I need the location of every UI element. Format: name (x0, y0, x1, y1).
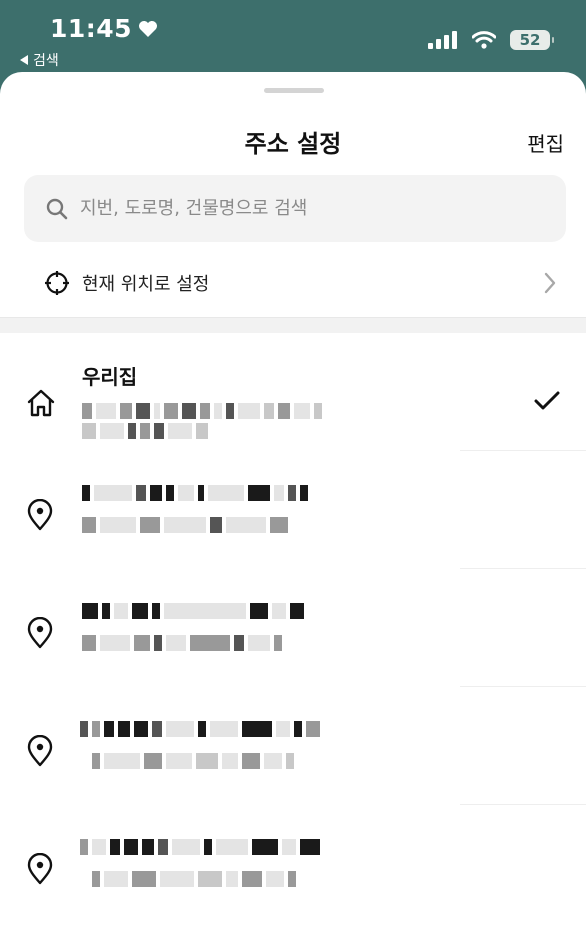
address-sheet: 주소 설정 편집 현재 위치로 설정 우리집 (0, 72, 586, 944)
redacted-address-line (92, 753, 294, 769)
address-list: 우리집 (0, 333, 586, 923)
address-item-home[interactable]: 우리집 (0, 333, 586, 451)
redacted-address-line (80, 721, 320, 737)
address-item[interactable] (0, 451, 586, 569)
address-item[interactable] (0, 569, 586, 687)
redacted-address-line (82, 635, 282, 651)
address-name: 우리집 (82, 365, 138, 389)
crosshair-icon (45, 271, 69, 295)
chevron-right-icon (544, 272, 556, 294)
wifi-icon (472, 31, 496, 49)
redacted-address-line (82, 423, 208, 439)
back-app-label: 검색 (33, 53, 59, 69)
redacted-address-line (82, 403, 322, 419)
location-pin-icon (27, 853, 53, 885)
back-to-app[interactable]: 검색 (20, 50, 59, 70)
sheet-grabber[interactable] (264, 88, 324, 93)
home-icon (27, 389, 55, 417)
redacted-address-line (92, 871, 296, 887)
checkmark-icon (534, 391, 560, 410)
back-triangle-icon (20, 55, 28, 65)
current-location-button[interactable]: 현재 위치로 설정 (0, 252, 586, 314)
search-icon (46, 198, 68, 219)
location-pin-icon (27, 499, 53, 531)
signal-icon (428, 31, 457, 49)
heart-icon (139, 20, 158, 37)
search-box[interactable] (24, 175, 566, 242)
status-icons: 52 (428, 30, 554, 50)
redacted-address-line (82, 485, 308, 501)
time-text: 11:45 (50, 14, 133, 43)
location-pin-icon (27, 735, 53, 767)
page-title: 주소 설정 (244, 130, 342, 158)
address-item[interactable] (0, 687, 586, 805)
address-item[interactable] (0, 805, 586, 923)
battery-icon: 52 (510, 30, 554, 50)
battery-level: 52 (519, 31, 541, 49)
redacted-address-line (82, 517, 288, 533)
current-location-label: 현재 위치로 설정 (82, 274, 210, 295)
edit-button[interactable]: 편집 (527, 128, 564, 157)
location-pin-icon (27, 617, 53, 649)
status-time: 11:45 (50, 14, 158, 43)
status-bar: 11:45 검색 52 (0, 0, 586, 75)
redacted-address-line (82, 603, 304, 619)
section-divider (0, 317, 586, 333)
redacted-address-line (80, 839, 320, 855)
search-input[interactable] (80, 198, 520, 219)
